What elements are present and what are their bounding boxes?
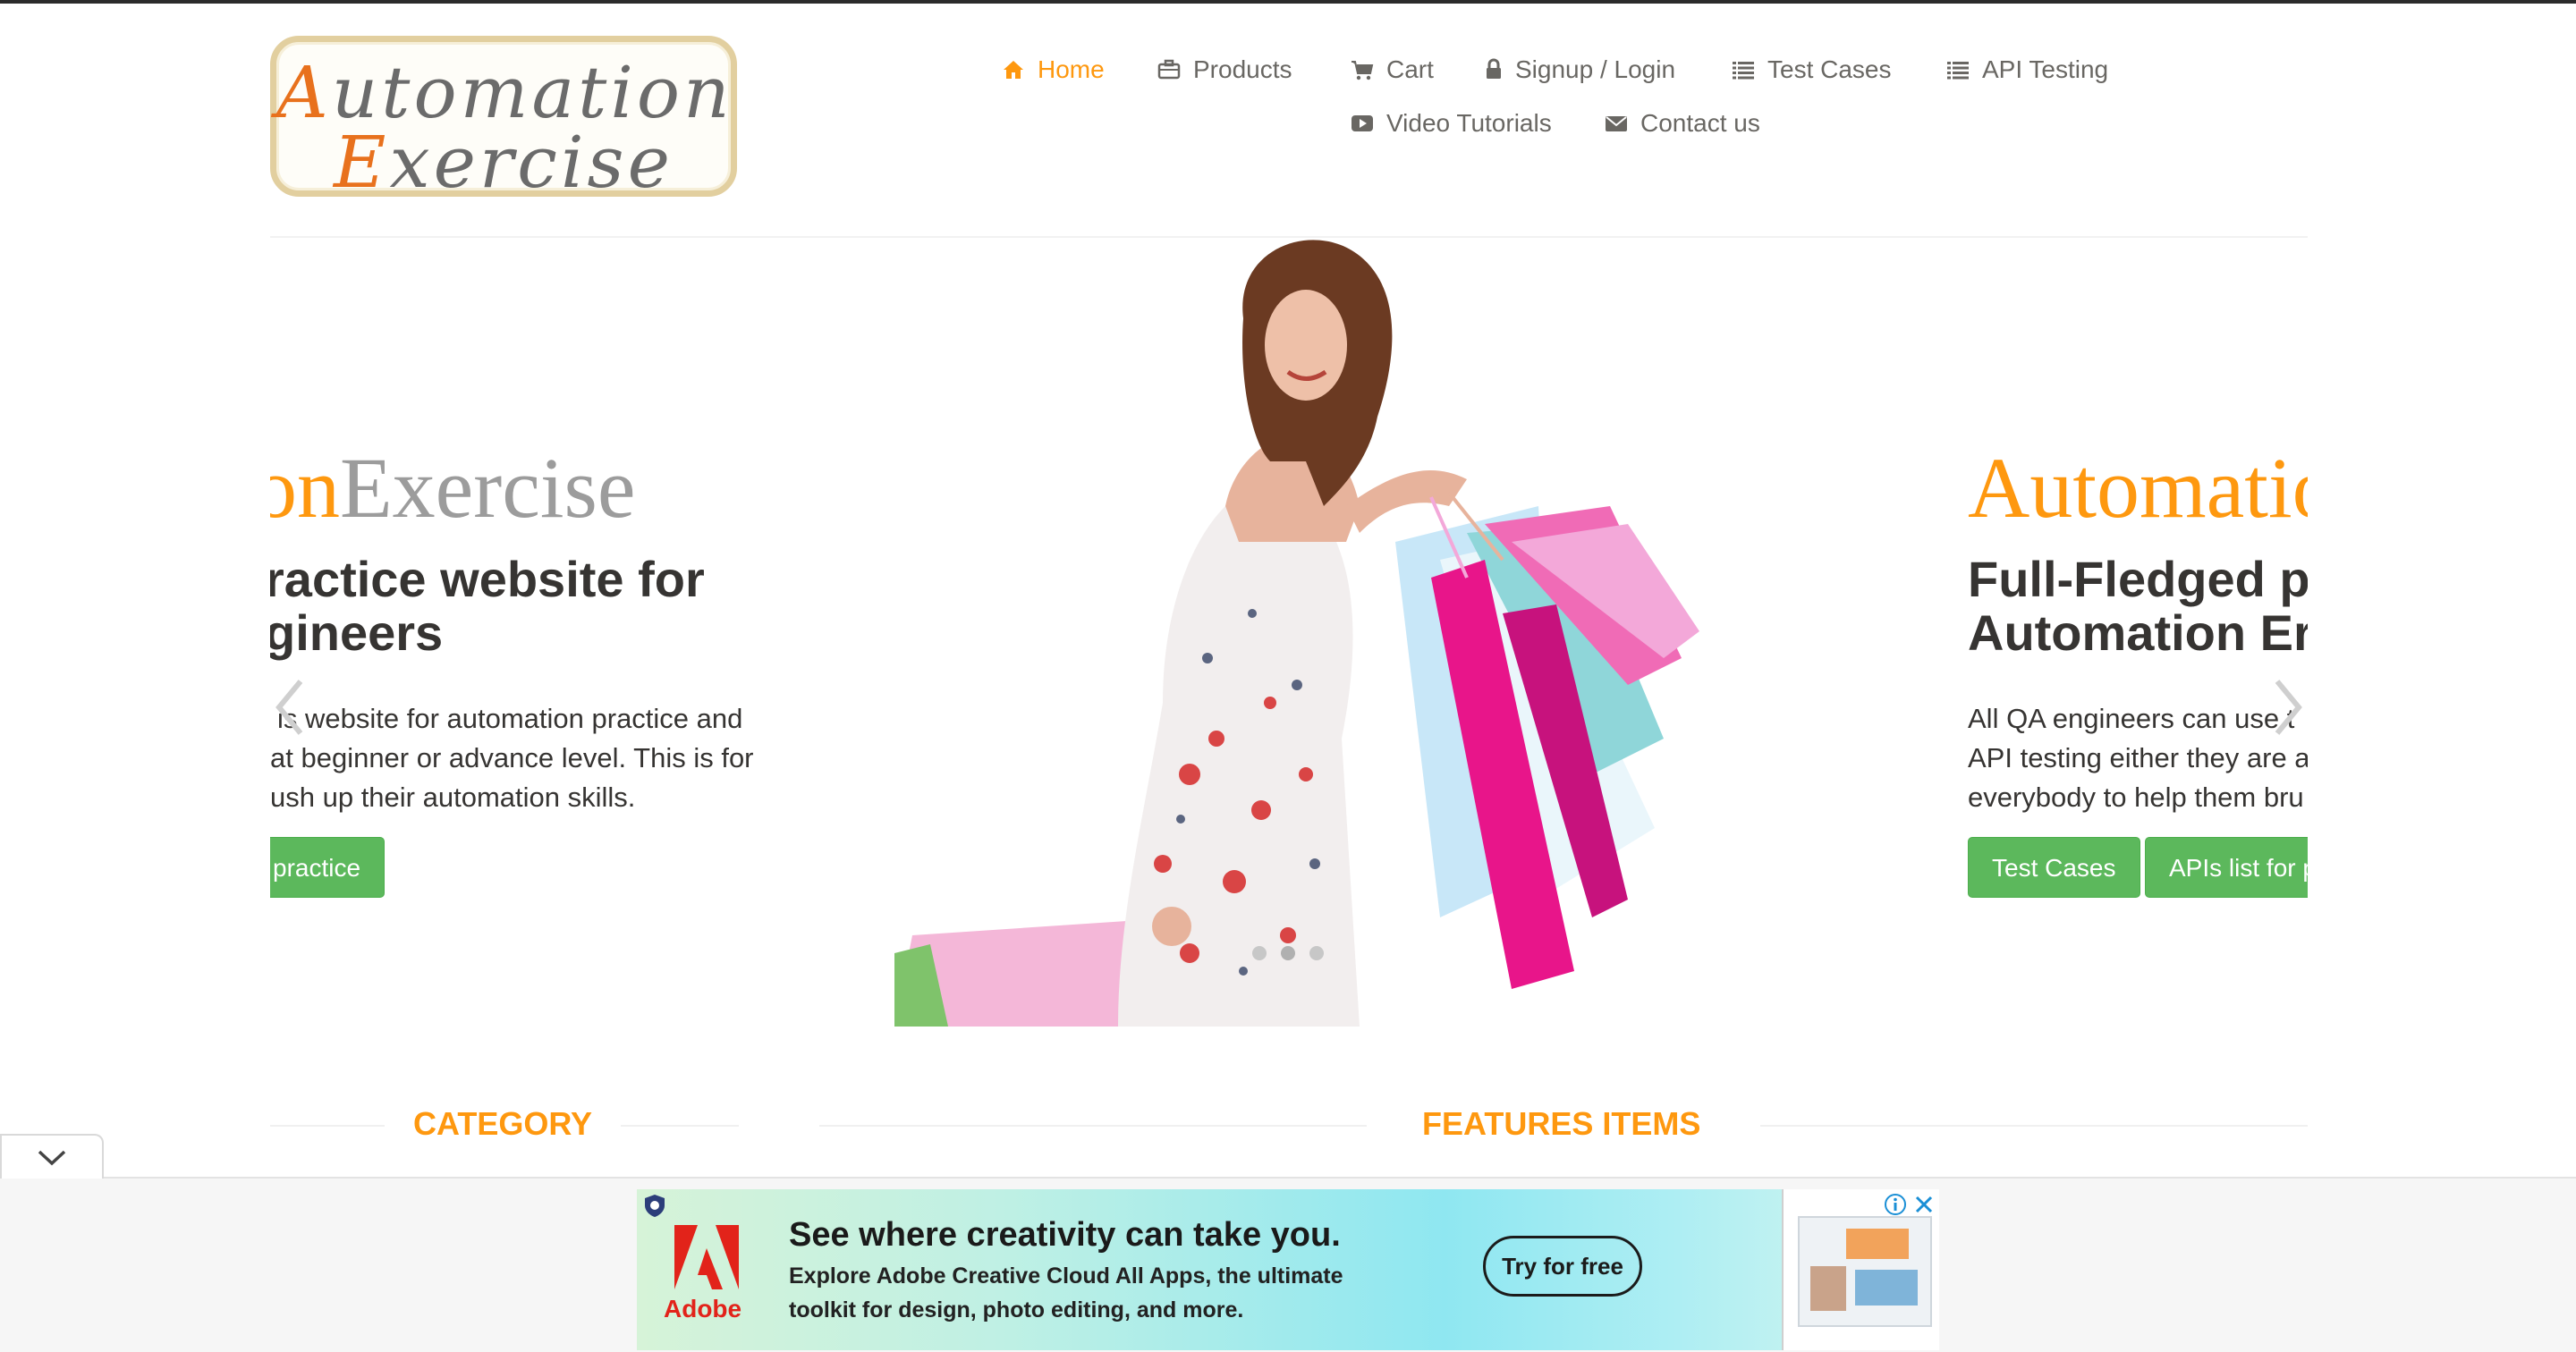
slide-text-right-1: All QA engineers can use t — [1968, 703, 2295, 734]
envelope-icon — [1605, 112, 1628, 135]
slider-dot-2[interactable] — [1281, 946, 1295, 960]
briefcase-icon — [1157, 58, 1181, 81]
nav-contact-us[interactable]: Contact us — [1605, 109, 1760, 138]
adobe-ad-banner[interactable]: Adobe See where creativity can take you.… — [637, 1189, 1939, 1350]
category-line-right — [621, 1125, 739, 1127]
list-icon — [1946, 58, 1970, 81]
slide-heading-right-1: Full-Fledged p — [1968, 551, 2308, 607]
slider-dot-1[interactable] — [1252, 946, 1267, 960]
slide-heading-left-2: gineers — [270, 604, 444, 661]
chevron-down-icon — [38, 1150, 66, 1166]
features-line-left — [819, 1125, 1367, 1127]
slide-text-left-2: at beginner or advance level. This is fo… — [270, 742, 754, 773]
slide-heading-right-2: Automation Er — [1968, 604, 2308, 661]
slide-button-test-cases[interactable]: Test Cases — [1968, 837, 2140, 898]
shield-icon — [645, 1195, 665, 1217]
slide-text-left-1: is website for automation practice and — [277, 703, 743, 734]
nav-products[interactable]: Products — [1157, 55, 1292, 84]
nav-video-tutorials[interactable]: Video Tutorials — [1351, 109, 1552, 138]
lock-icon — [1485, 58, 1503, 81]
slide-brand-left: onExercise — [270, 440, 636, 536]
ad-subtitle-1: Explore Adobe Creative Cloud All Apps, t… — [789, 1263, 1343, 1289]
slide-button-apis-list[interactable]: APIs list for p — [2145, 837, 2308, 898]
nav-api-testing[interactable]: API Testing — [1946, 55, 2108, 84]
slide-heading-left-1: ractice website for — [270, 551, 705, 607]
ad-brand: Adobe — [664, 1295, 742, 1322]
slide-brand-right: Automatio — [1968, 440, 2308, 536]
site-logo[interactable]: Automation Exercise — [270, 36, 737, 204]
logo-line-2: Exercise — [334, 121, 674, 204]
ad-subtitle-2: toolkit for design, photo editing, and m… — [789, 1297, 1244, 1322]
home-icon — [1002, 58, 1025, 81]
hero-model-image — [894, 240, 1699, 1027]
slider-dot-3[interactable] — [1309, 946, 1324, 960]
slide-button-practice[interactable]: practice — [270, 837, 386, 898]
features-line-right — [1760, 1125, 2308, 1127]
category-title: CATEGORY — [413, 1105, 593, 1142]
nav-home[interactable]: Home — [1002, 55, 1105, 84]
ad-collapse-tab[interactable] — [0, 1134, 104, 1179]
top-border — [0, 0, 2576, 4]
nav-signup-login[interactable]: Signup / Login — [1485, 55, 1675, 84]
features-title: FEATURES ITEMS — [1422, 1105, 1701, 1142]
slide-text-left-3: ush up their automation skills. — [270, 782, 636, 813]
close-icon[interactable] — [1912, 1193, 1936, 1216]
nav-test-cases[interactable]: Test Cases — [1732, 55, 1892, 84]
youtube-icon — [1351, 112, 1374, 135]
ad-try-free-button[interactable]: Try for free — [1483, 1236, 1642, 1297]
cart-icon — [1351, 58, 1374, 81]
ad-title: See where creativity can take you. — [789, 1216, 1341, 1254]
info-icon[interactable] — [1884, 1193, 1907, 1216]
nav-cart[interactable]: Cart — [1351, 55, 1434, 84]
slider-next-icon[interactable] — [2270, 676, 2306, 739]
adobe-logo-icon — [674, 1225, 739, 1289]
category-line-left — [270, 1125, 385, 1127]
slider-prev-icon[interactable] — [272, 676, 308, 739]
slide-text-right-2: API testing either they are a — [1968, 742, 2308, 773]
list-icon — [1732, 58, 1755, 81]
slide-text-right-3: everybody to help them bru — [1968, 782, 2304, 813]
